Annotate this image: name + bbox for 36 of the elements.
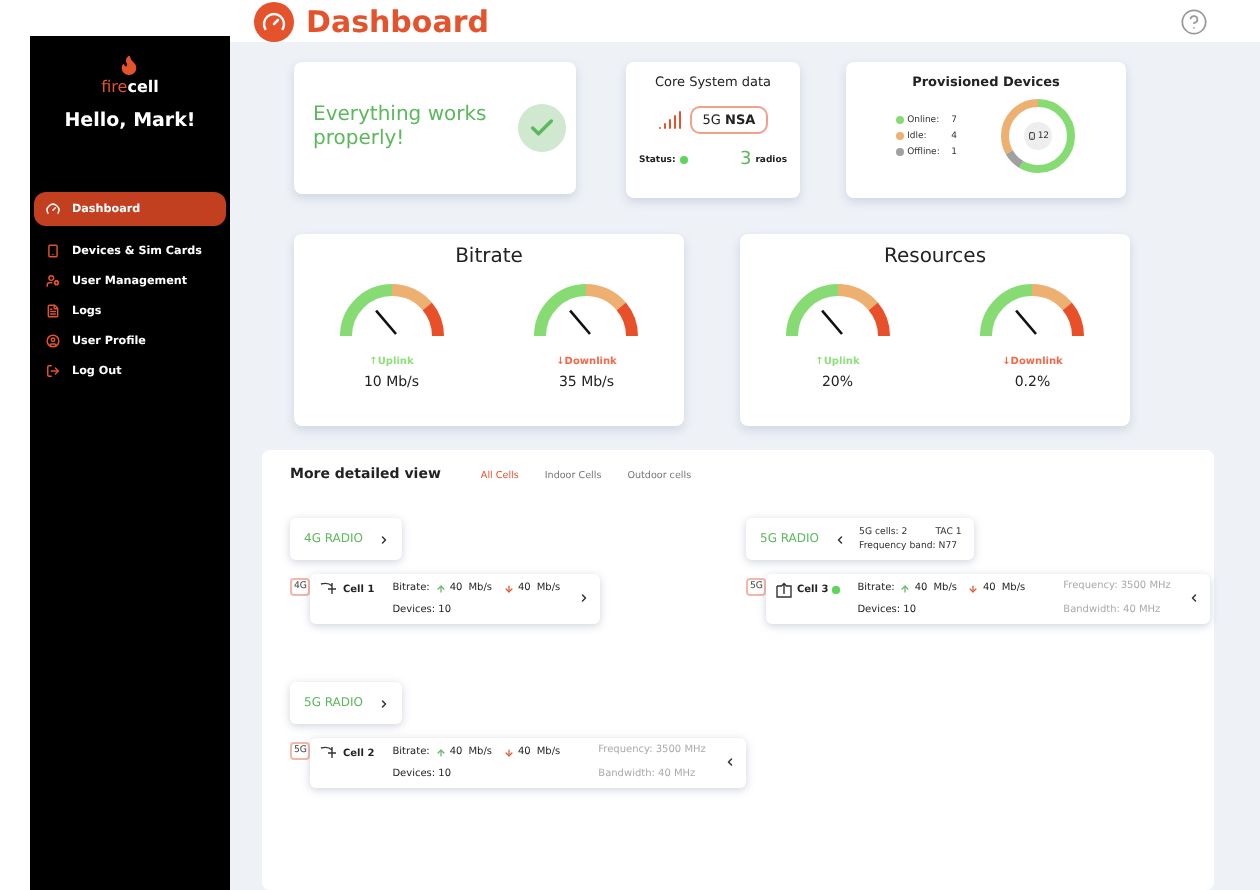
gauge-icon: [46, 202, 60, 216]
card-title: Resources: [883, 246, 987, 268]
arrow-down-icon: [503, 583, 514, 593]
logo-text: firecell: [101, 78, 159, 96]
greeting: Hello, Mark!: [64, 110, 196, 132]
gauge-drawing: [781, 280, 894, 340]
antenna-icon: [320, 746, 339, 760]
chevron-right-icon[interactable]: [377, 533, 390, 545]
user-circle-icon: [46, 334, 60, 348]
chevron-right-icon[interactable]: [377, 697, 390, 709]
document-icon: [46, 304, 60, 318]
help-icon[interactable]: [1180, 7, 1208, 35]
antenna-icon: [320, 582, 339, 596]
box-upload-icon: [776, 582, 793, 598]
phone-icon: [46, 244, 60, 258]
arrow-up-icon: [435, 747, 446, 757]
arrow-down-icon: [968, 583, 979, 593]
arrow-down-icon: [503, 747, 514, 757]
page-title: Dashboard: [306, 3, 491, 39]
gauge-drawing: [335, 280, 448, 340]
chevron-left-icon[interactable]: [1188, 592, 1201, 604]
radio-count: 3: [739, 150, 752, 170]
chevron-right-icon[interactable]: [578, 592, 591, 604]
gauge-drawing: [530, 280, 643, 340]
chevron-left-icon[interactable]: [833, 533, 846, 545]
flame-icon: [118, 54, 141, 76]
arrow-up-icon: [900, 583, 911, 593]
chevron-left-icon[interactable]: [723, 756, 736, 768]
device-icon: [1028, 132, 1037, 140]
exit-icon: [46, 364, 60, 378]
arrow-up-icon: [435, 583, 446, 593]
gauge-drawing: [976, 280, 1089, 340]
status-message: Everything works properly!: [313, 104, 489, 152]
signal-bars-icon: [658, 108, 683, 132]
card-title: Bitrate: [455, 246, 523, 268]
user-gear-icon: [46, 274, 60, 288]
